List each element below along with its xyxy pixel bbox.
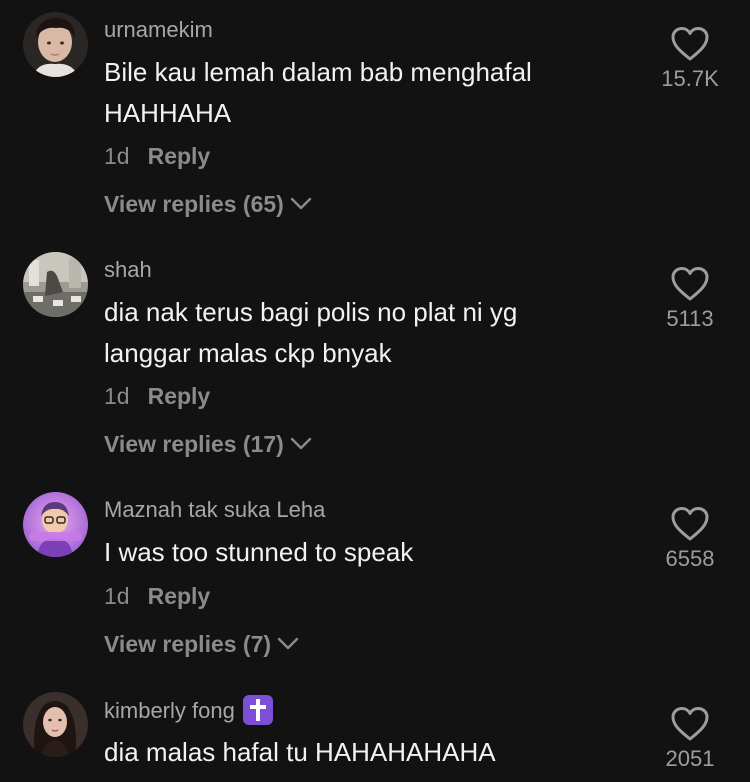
comment-text: I was too stunned to speak: [104, 532, 644, 573]
comment-meta: 1d Reply: [104, 382, 210, 410]
like-column: 5113: [650, 266, 730, 332]
like-column: 6558: [650, 506, 730, 572]
comment-meta: 1d Reply: [104, 582, 210, 610]
comment-text-line: dia malas hafal tu HAHAHAHAHA: [104, 737, 496, 767]
avatar[interactable]: [23, 252, 88, 317]
comment-text: dia malas hafal tu HAHAHAHAHA: [104, 732, 644, 773]
comment-text-line: HAHHAHA: [104, 98, 232, 128]
heart-icon[interactable]: [670, 26, 710, 62]
view-replies-button[interactable]: View replies (65): [104, 190, 312, 218]
comment-time: 1d: [104, 143, 130, 169]
username[interactable]: kimberly fong: [104, 695, 273, 727]
reply-button[interactable]: Reply: [148, 383, 211, 409]
avatar-image: [23, 692, 88, 757]
avatar-image: [23, 12, 88, 77]
avatar-image: [23, 492, 88, 557]
comment-item: kimberly fong dia malas hafal tu HAHAHAH…: [0, 680, 750, 782]
comment-text-line: I was too stunned to speak: [104, 537, 414, 567]
username[interactable]: urnamekim: [104, 17, 213, 43]
chevron-down-icon: [290, 437, 312, 450]
comment-time: 1d: [104, 583, 130, 609]
like-column: 15.7K: [650, 26, 730, 92]
avatar[interactable]: [23, 12, 88, 77]
comment-meta: 1d Reply: [104, 142, 210, 170]
view-replies-button[interactable]: View replies (7): [104, 630, 299, 658]
reply-button[interactable]: Reply: [148, 583, 211, 609]
chevron-down-icon: [290, 197, 312, 210]
comment-text-line: Bile kau lemah dalam bab menghafal: [104, 57, 532, 87]
comment-item: shah dia nak terus bagi polis no plat ni…: [0, 240, 750, 480]
like-column: 2051: [650, 706, 730, 772]
comment-text-line: langgar malas ckp bnyak: [104, 338, 392, 368]
comment-text: Bile kau lemah dalam bab menghafal HAHHA…: [104, 52, 644, 134]
heart-icon[interactable]: [670, 706, 710, 742]
latin-cross-glyph: [249, 699, 266, 721]
chevron-down-icon: [277, 637, 299, 650]
like-count: 6558: [665, 546, 715, 571]
like-count: 15.7K: [661, 66, 719, 91]
comment-item: Maznah tak suka Leha I was too stunned t…: [0, 480, 750, 680]
heart-icon[interactable]: [670, 506, 710, 542]
avatar-image: [23, 252, 88, 317]
reply-button[interactable]: Reply: [148, 143, 211, 169]
comment-time: 1d: [104, 383, 130, 409]
avatar[interactable]: [23, 692, 88, 757]
view-replies-label: View replies (65): [104, 191, 284, 217]
latin-cross-icon: [242, 695, 273, 725]
view-replies-button[interactable]: View replies (17): [104, 430, 312, 458]
avatar[interactable]: [23, 492, 88, 557]
username[interactable]: Maznah tak suka Leha: [104, 497, 325, 523]
username-label: kimberly fong: [104, 697, 235, 723]
heart-icon[interactable]: [670, 266, 710, 302]
view-replies-label: View replies (7): [104, 631, 272, 657]
username[interactable]: shah: [104, 257, 152, 283]
like-count: 5113: [666, 306, 714, 331]
like-count: 2051: [665, 746, 715, 771]
comment-text: dia nak terus bagi polis no plat ni yg l…: [104, 292, 644, 374]
comment-text-line: dia nak terus bagi polis no plat ni yg: [104, 297, 518, 327]
comment-item: urnamekim Bile kau lemah dalam bab mengh…: [0, 0, 750, 240]
view-replies-label: View replies (17): [104, 431, 284, 457]
